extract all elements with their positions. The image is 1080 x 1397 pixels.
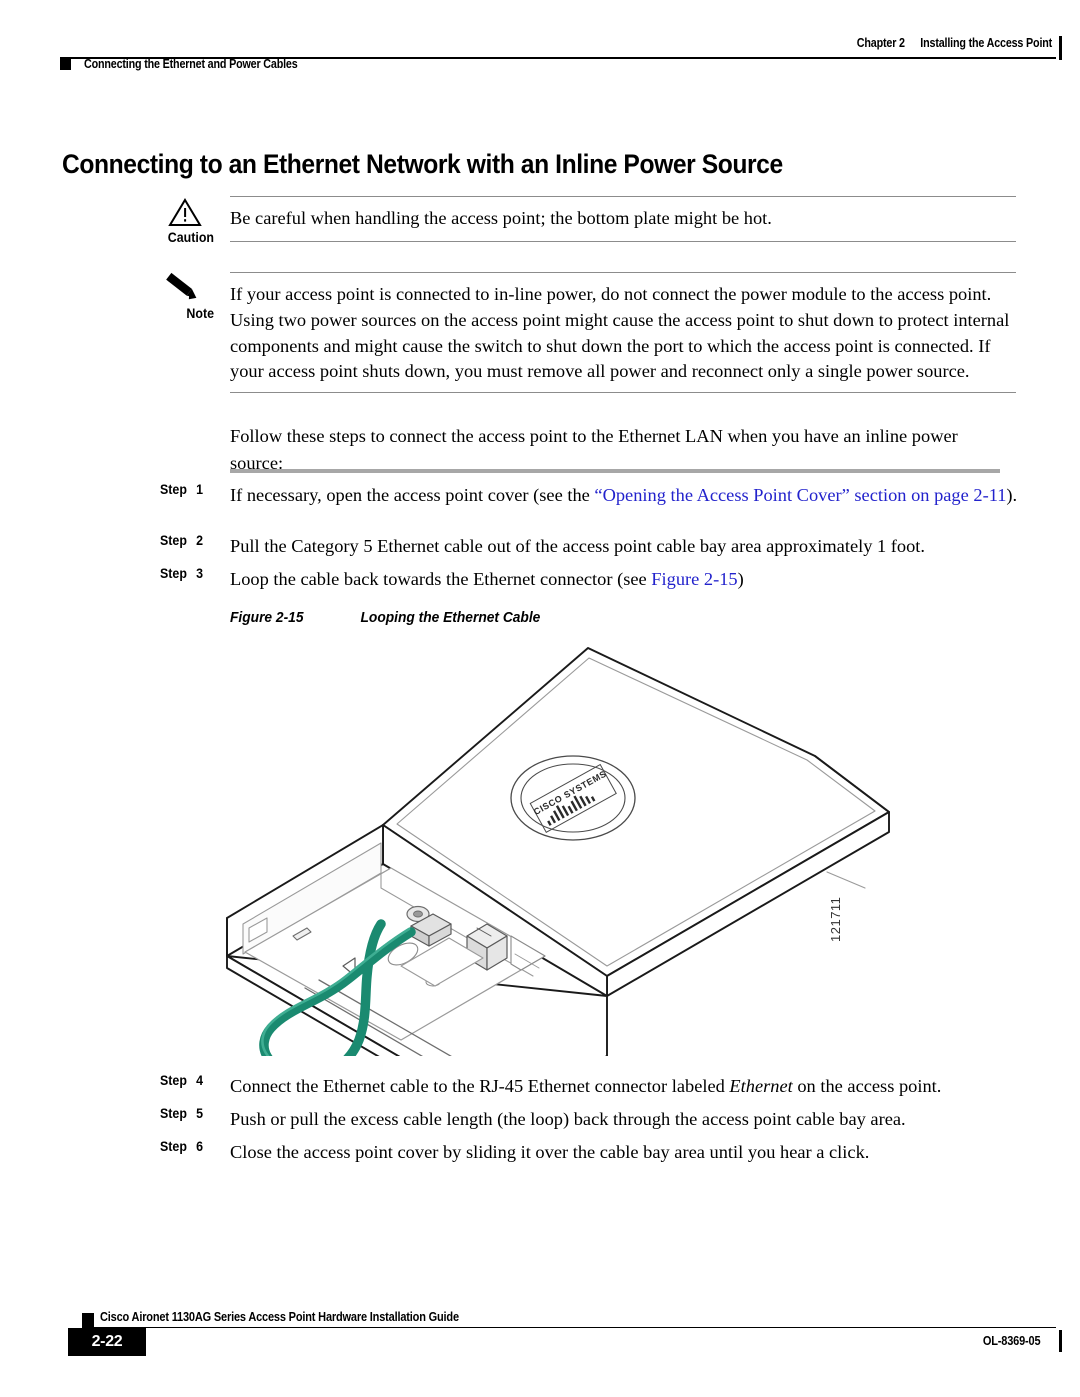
note-block: Note If your access point is connected t… [150,272,1016,394]
footer-page-number: 2-22 [68,1328,146,1356]
header-edge-tick [1059,36,1062,60]
step-label-2: Step 2 [160,533,226,548]
pencil-icon [162,272,208,306]
step-text-5: Push or pull the excess cable length (th… [230,1109,906,1129]
step-word-6: Step [160,1139,187,1154]
step-label-3: Step 3 [160,566,226,581]
step-text-1: If necessary, open the access point cove… [230,482,1020,509]
caution-text: Be careful when handling the access poin… [230,196,1016,242]
step-text-3-after: ) [737,569,744,589]
step-text-6: Close the access point cover by sliding … [230,1142,870,1162]
warning-triangle-icon [162,196,208,230]
artwork-id: 121711 [828,896,843,942]
step-label-6: Step 6 [160,1139,226,1154]
header-bullet-square [60,57,71,70]
access-point-illustration: CISCO SYSTEMS [215,636,905,1129]
caution-block: Caution Be careful when handling the acc… [150,196,1016,245]
step-text-2: Pull the Category 5 Ethernet cable out o… [230,536,926,556]
footer-document-id: OL-8369-05 [982,1334,1040,1348]
figure-caption: Figure 2-15 Looping the Ethernet Cable [230,610,540,626]
header-chapter-title: Installing the Access Point [920,36,1052,50]
header-chapter-number: Chapter 2 [856,36,905,50]
step-word-5: Step [160,1106,187,1121]
step-label-4: Step 4 [160,1073,226,1088]
step-number-5: 5 [196,1106,204,1121]
step-word-2: Step [160,533,187,548]
header-section-title: Connecting the Ethernet and Power Cables [84,57,298,71]
footer-bullet-square [82,1313,94,1327]
figure-number: Figure 2-15 [230,610,304,626]
step-word-4: Step [160,1073,187,1088]
step-number-1: 1 [196,482,204,497]
step-row-2: Step 2 Pull the Category 5 Ethernet cable… [62,533,1020,560]
step-word-3: Step [160,566,187,581]
footer-guide-title: Cisco Aironet 1130AG Series Access Point… [100,1310,459,1324]
step-row-1: Step 1 If necessary, open the access poin… [62,482,1020,509]
caution-label: Caution [167,230,214,245]
step-label-5: Step 5 [160,1106,226,1121]
page-header: Chapter 2 Installing the Access Point Con… [0,0,1080,92]
step-row-4: Step 4 Connect the Ethernet cable to the … [62,1073,1020,1100]
step-row-3: Step 3 Loop the cable back towards the Et… [62,566,1020,593]
figure-title: Looping the Ethernet Cable [360,610,541,626]
step-number-2: 2 [196,533,204,548]
step-number-6: 6 [196,1139,204,1154]
note-text: If your access point is connected to in-… [230,272,1016,394]
step-text-4-after: on the access point. [792,1076,942,1096]
footer-edge-tick [1059,1330,1062,1352]
step-text-1-after: ). [1006,485,1018,505]
step-text-3: Loop the cable back towards the Ethernet… [230,566,1020,593]
step-row-6: Step 6 Close the access point cover by sl… [62,1139,1020,1166]
step-text-4-before: Connect the Ethernet cable to the RJ-45 … [230,1076,730,1096]
step-text-1-before: If necessary, open the access point cove… [230,485,595,505]
steps-separator-rule [230,469,1000,473]
link-opening-the-access-point-cover[interactable]: “Opening the Access Point Cover” section… [594,485,1006,505]
page-title: Connecting to an Ethernet Network with a… [62,148,783,179]
step-text-3-before: Loop the cable back towards the Ethernet… [230,569,652,589]
step-text-4: Connect the Ethernet cable to the RJ-45 … [230,1073,1020,1100]
step-number-4: 4 [196,1073,204,1088]
step-text-4-italic: Ethernet [729,1076,793,1096]
header-chapter-line: Chapter 2 Installing the Access Point [857,36,1052,50]
step-word-1: Step [160,482,187,497]
note-label: Note [186,306,214,321]
footer-rule [82,1327,1056,1329]
link-figure-2-15[interactable]: Figure 2-15 [651,569,737,589]
step-label-1: Step 1 [160,482,226,497]
step-number-3: 3 [196,566,204,581]
step-row-5: Step 5 Push or pull the excess cable leng… [62,1106,1020,1133]
